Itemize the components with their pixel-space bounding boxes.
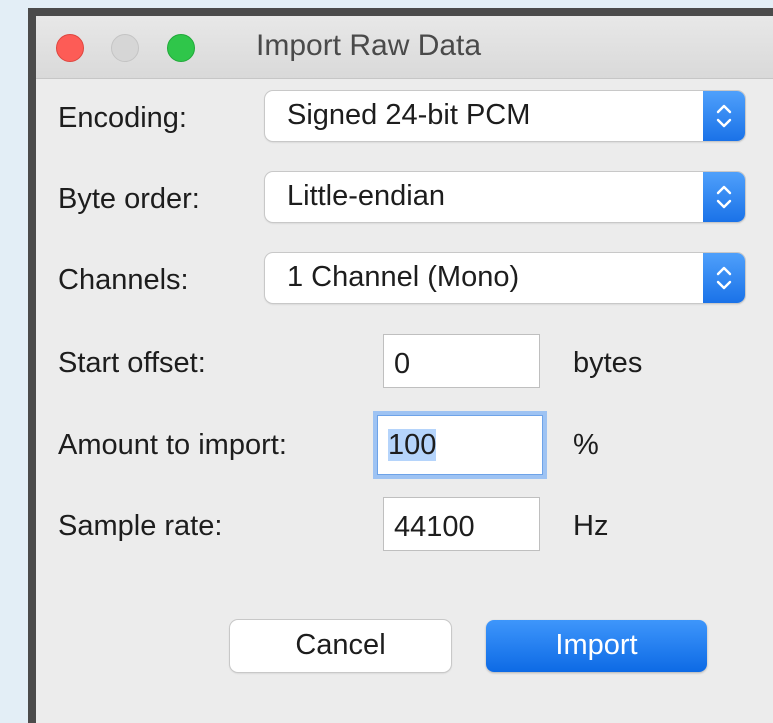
channels-select[interactable]: 1 Channel (Mono) bbox=[265, 253, 745, 303]
amount-to-import-unit: % bbox=[573, 429, 599, 461]
sample-rate-label: Sample rate: bbox=[58, 510, 223, 542]
start-offset-label: Start offset: bbox=[58, 347, 206, 379]
cancel-button[interactable]: Cancel bbox=[230, 620, 451, 672]
maximize-button[interactable] bbox=[167, 34, 195, 62]
encoding-select[interactable]: Signed 24-bit PCM bbox=[265, 91, 745, 141]
byte-order-label: Byte order: bbox=[58, 183, 200, 215]
byte-order-value: Little-endian bbox=[287, 180, 445, 212]
sample-rate-input[interactable]: 44100 bbox=[383, 497, 540, 551]
start-offset-unit: bytes bbox=[573, 347, 643, 379]
amount-to-import-label: Amount to import: bbox=[58, 429, 287, 461]
selected-text: 100 bbox=[388, 429, 437, 461]
byte-order-select[interactable]: Little-endian bbox=[265, 172, 745, 222]
window-title: Import Raw Data bbox=[256, 29, 482, 62]
chevron-up-down-icon bbox=[703, 253, 745, 303]
encoding-value: Signed 24-bit PCM bbox=[287, 99, 531, 131]
import-button[interactable]: Import bbox=[486, 620, 707, 672]
import-raw-data-dialog: Import Raw Data Encoding: Signed 24-bit … bbox=[28, 8, 773, 723]
sample-rate-unit: Hz bbox=[573, 510, 609, 542]
close-button[interactable] bbox=[56, 34, 84, 62]
channels-value: 1 Channel (Mono) bbox=[287, 261, 520, 293]
encoding-label: Encoding: bbox=[58, 102, 187, 134]
channels-label: Channels: bbox=[58, 264, 189, 296]
chevron-up-down-icon bbox=[703, 172, 745, 222]
amount-to-import-input[interactable]: 100 bbox=[377, 415, 543, 475]
minimize-button[interactable] bbox=[111, 34, 139, 62]
chevron-up-down-icon bbox=[703, 91, 745, 141]
start-offset-input[interactable]: 0 bbox=[383, 334, 540, 388]
title-bar[interactable]: Import Raw Data bbox=[36, 16, 773, 79]
